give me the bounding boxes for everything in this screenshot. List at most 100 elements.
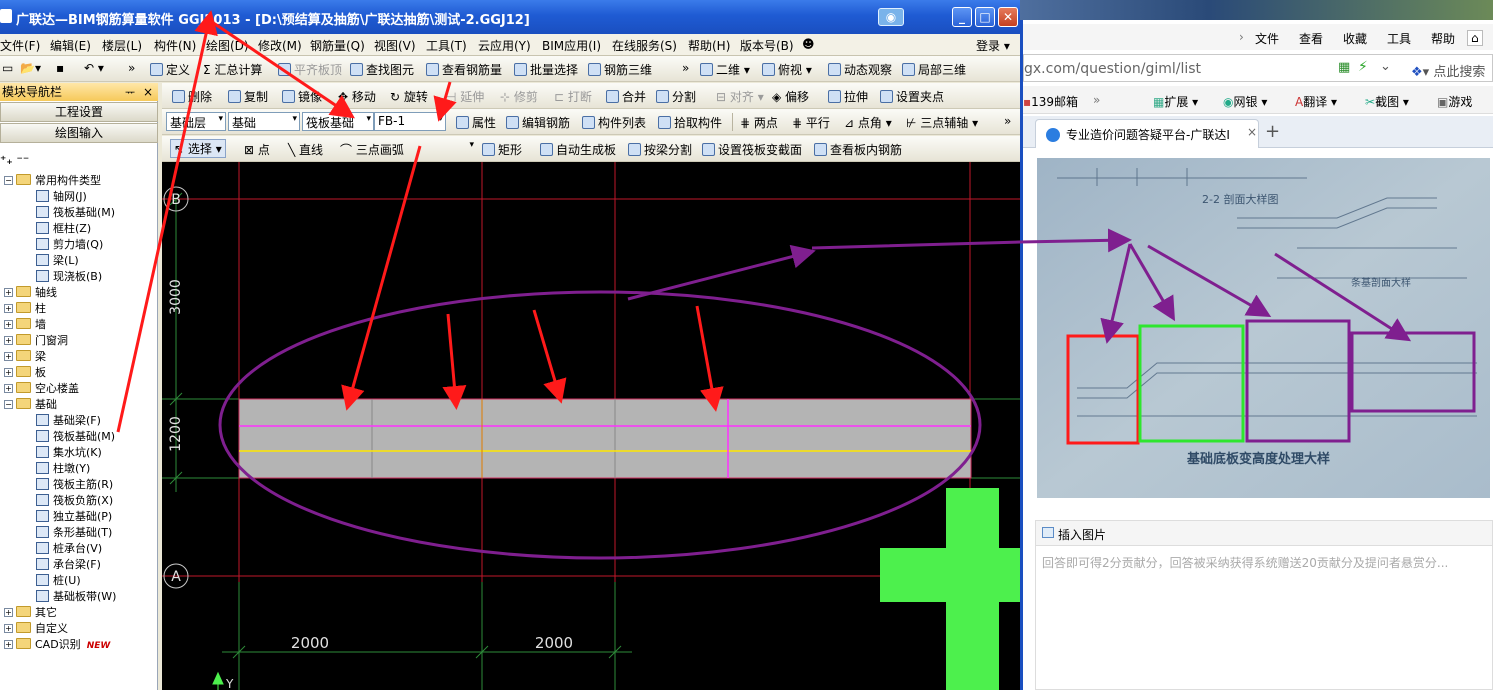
rectangle-button[interactable]: 矩形	[482, 141, 522, 158]
rebar-3d-button[interactable]: 钢筋三维	[588, 61, 652, 78]
more-icon[interactable]: »	[128, 61, 135, 75]
title-bar[interactable]: 广联达—BIM钢筋算量软件 GGJ2013 - [D:\预结算及抽筋\广联达抽筋…	[0, 0, 1020, 34]
expand-icon[interactable]: +	[4, 288, 13, 297]
browser-menu-file[interactable]: 文件	[1255, 30, 1279, 47]
break-button[interactable]: ⊏ 打断	[554, 88, 592, 105]
menu-cloud[interactable]: 云应用(Y)	[478, 37, 531, 54]
expand-icon[interactable]: +	[4, 368, 13, 377]
collapse-all-icon[interactable]: ⁻⁻	[17, 153, 30, 167]
tree-folder[interactable]: + 门窗洞	[4, 333, 68, 349]
three-point-axis-button[interactable]: ⊬ 三点辅轴 ▾	[906, 114, 978, 131]
expand-icon[interactable]: +	[4, 320, 13, 329]
top-view-button[interactable]: 俯视 ▾	[762, 61, 812, 78]
more-icon[interactable]: »	[682, 61, 689, 75]
extend-button[interactable]: ⊣ 延伸	[446, 88, 484, 105]
tree-item[interactable]: 轴网(J)	[36, 189, 87, 205]
expand-icon[interactable]: +	[4, 384, 13, 393]
login-button[interactable]: 登录 ▾	[976, 37, 1010, 54]
tree-folder[interactable]: + 自定义	[4, 621, 68, 637]
home-icon[interactable]: ⌂	[1467, 30, 1483, 46]
qr-icon[interactable]: ▦	[1338, 60, 1350, 75]
align-top-button[interactable]: 平齐板顶	[278, 61, 342, 78]
point-button[interactable]: ⊠ 点	[244, 141, 270, 158]
tree-folder[interactable]: + 轴线	[4, 285, 57, 301]
merge-button[interactable]: 合并	[606, 88, 646, 105]
collapse-icon[interactable]: −	[4, 176, 13, 185]
project-settings-button[interactable]: 工程设置	[0, 102, 158, 122]
tree-item[interactable]: 筏板基础(M)	[36, 429, 115, 445]
expand-icon[interactable]: +	[4, 336, 13, 345]
bookmark-139mail[interactable]: ▪139邮箱	[1023, 93, 1078, 110]
auto-slab-button[interactable]: 自动生成板	[540, 141, 616, 158]
open-icon[interactable]: 📂▾	[20, 61, 41, 75]
tree-item[interactable]: 独立基础(P)	[36, 509, 112, 525]
tree-item[interactable]: 筏板负筋(X)	[36, 493, 113, 509]
url-input[interactable]: gx.com/question/giml/list	[1024, 61, 1201, 77]
search-input[interactable]: ❖▾ 点此搜索	[1411, 61, 1485, 80]
drawing-canvas[interactable]: B A 3000 1200 2000 2000 Y	[162, 162, 1020, 690]
tree-folder[interactable]: + 其它	[4, 605, 57, 621]
menu-component[interactable]: 构件(N)	[154, 37, 196, 54]
expand-icon[interactable]: +	[4, 640, 13, 649]
type-select[interactable]: 筏板基础 ▾	[302, 112, 374, 131]
collapse-icon[interactable]: −	[4, 400, 13, 409]
browser-menu-favorites[interactable]: 收藏	[1343, 30, 1367, 47]
copy-button[interactable]: 复制	[228, 88, 268, 105]
arc-mode-select[interactable]: ▾	[412, 139, 476, 158]
stretch-button[interactable]: 拉伸	[828, 88, 868, 105]
drawing-input-button[interactable]: 绘图输入	[0, 123, 158, 143]
variable-section-button[interactable]: 设置筏板变截面	[702, 141, 802, 158]
menu-edit[interactable]: 编辑(E)	[50, 37, 91, 54]
summary-calc-button[interactable]: Σ 汇总计算	[203, 61, 262, 78]
menu-view[interactable]: 视图(V)	[374, 37, 416, 54]
menu-version[interactable]: 版本号(B)	[740, 37, 794, 54]
parallel-button[interactable]: ⋕ 平行	[792, 114, 830, 131]
menu-online[interactable]: 在线服务(S)	[612, 37, 677, 54]
orbit-button[interactable]: 动态观察	[828, 61, 892, 78]
answer-textarea[interactable]: 回答即可得2分贡献分，回答被采纳获得系统赠送20贡献分及提问者悬赏分...	[1035, 546, 1493, 690]
expand-all-icon[interactable]: ⁺₊	[0, 153, 13, 167]
mirror-button[interactable]: 镜像	[282, 88, 322, 105]
2d-button[interactable]: 二维 ▾	[700, 61, 750, 78]
category-select[interactable]: 基础 ▾	[228, 112, 300, 131]
tree-item[interactable]: 基础梁(F)	[36, 413, 101, 429]
grip-button[interactable]: 设置夹点	[880, 88, 944, 105]
batch-select-button[interactable]: 批量选择	[514, 61, 578, 78]
tree-folder[interactable]: + 空心楼盖	[4, 381, 79, 397]
offset-button[interactable]: ◈ 偏移	[772, 88, 809, 105]
close-icon[interactable]: ×	[1247, 125, 1257, 139]
tree-item[interactable]: 柱墩(Y)	[36, 461, 90, 477]
view-rebar-qty-button[interactable]: 查看钢筋量	[426, 61, 502, 78]
tree-item[interactable]: 承台梁(F)	[36, 557, 101, 573]
view-slab-rebar-button[interactable]: 查看板内钢筋	[814, 141, 902, 158]
close-icon[interactable]: ×	[143, 83, 153, 101]
tree-folder[interactable]: + 墙	[4, 317, 46, 333]
tree-item[interactable]: 筏板主筋(R)	[36, 477, 113, 493]
tree-item[interactable]: 梁(L)	[36, 253, 79, 269]
menu-draw[interactable]: 绘图(D)	[206, 37, 249, 54]
tree-folder[interactable]: + 柱	[4, 301, 46, 317]
tree-item[interactable]: 剪力墙(Q)	[36, 237, 103, 253]
pin-icon[interactable]: ᅲ	[125, 84, 135, 102]
chevron-down-icon[interactable]: ⌄	[1380, 59, 1391, 74]
move-button[interactable]: ✥ 移动	[338, 88, 376, 105]
align-button[interactable]: ⊟ 对齐 ▾	[716, 88, 764, 105]
menu-tools[interactable]: 工具(T)	[426, 37, 467, 54]
new-icon[interactable]: ▭	[2, 61, 13, 75]
insert-image-button[interactable]: 插入图片	[1035, 520, 1493, 546]
raft-slab[interactable]	[238, 398, 972, 479]
maximize-button[interactable]: □	[975, 7, 995, 27]
trim-button[interactable]: ⊹ 修剪	[500, 88, 538, 105]
define-button[interactable]: 定义	[150, 61, 190, 78]
browser-menu-view[interactable]: 查看	[1299, 30, 1323, 47]
tree-item[interactable]: 桩(U)	[36, 573, 81, 589]
expand-icon[interactable]: +	[4, 608, 13, 617]
two-point-button[interactable]: ⋕ 两点	[740, 114, 778, 131]
arc-button[interactable]: ⌒ 三点画弧	[340, 141, 404, 158]
lightning-icon[interactable]: ⚡	[1358, 59, 1368, 75]
find-element-button[interactable]: 查找图元	[350, 61, 414, 78]
more-bookmarks-icon[interactable]: »	[1093, 93, 1100, 107]
tree-folder[interactable]: − 基础	[4, 397, 57, 413]
line-button[interactable]: ╲ 直线	[288, 141, 323, 158]
tree-folder[interactable]: − 常用构件类型	[4, 173, 101, 189]
